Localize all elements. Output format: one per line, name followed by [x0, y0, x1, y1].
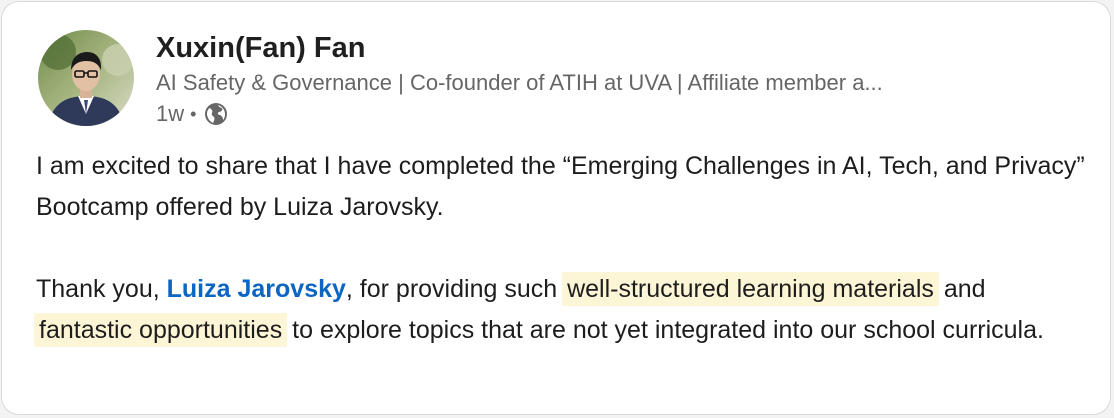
- highlighted-text: well-structured learning materials: [562, 272, 939, 306]
- post-body: I am excited to share that I have comple…: [34, 146, 1086, 351]
- post-paragraph-1: I am excited to share that I have comple…: [36, 152, 1085, 221]
- post-timestamp[interactable]: 1w: [156, 100, 184, 128]
- post-text: to explore topics that are not yet integ…: [285, 316, 1044, 344]
- globe-icon: [204, 102, 228, 126]
- post-text: , for providing such: [345, 275, 565, 303]
- author-headline: AI Safety & Governance | Co-founder of A…: [156, 70, 883, 95]
- mention-link[interactable]: Luiza Jarovsky: [167, 275, 346, 303]
- author-name[interactable]: Xuxin(Fan) Fan: [156, 30, 365, 66]
- meta-separator: •: [190, 104, 197, 124]
- highlighted-text: fantastic opportunities: [34, 313, 288, 347]
- author-avatar[interactable]: [38, 30, 134, 126]
- post-text: and: [936, 275, 986, 303]
- post-meta: 1w •: [156, 100, 228, 128]
- post-paragraph-2: Thank you, Luiza Jarovsky, for providing…: [34, 269, 1086, 351]
- post-text: Thank you,: [36, 275, 167, 303]
- post-card: Xuxin(Fan) Fan AI Safety & Governance | …: [1, 1, 1111, 415]
